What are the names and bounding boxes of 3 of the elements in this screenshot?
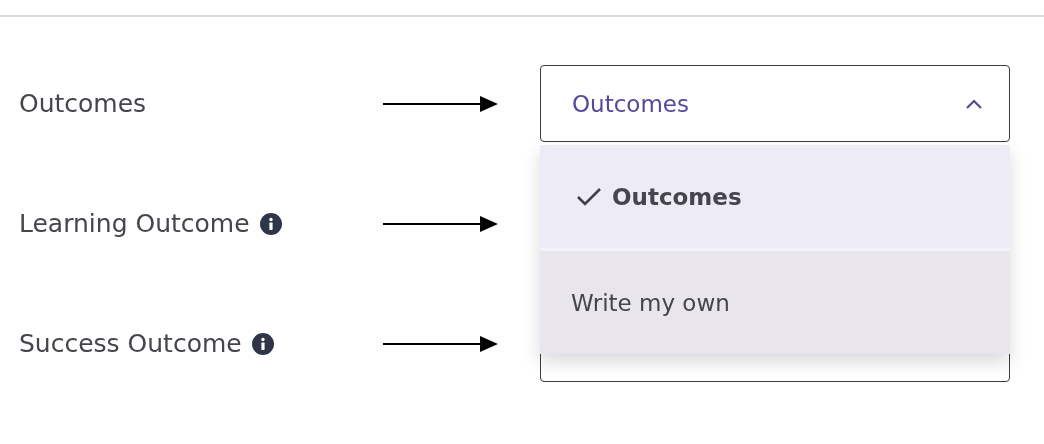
field-label: Learning Outcome — [19, 209, 250, 238]
field-label: Success Outcome — [19, 329, 242, 358]
field-label: Outcomes — [19, 89, 147, 118]
